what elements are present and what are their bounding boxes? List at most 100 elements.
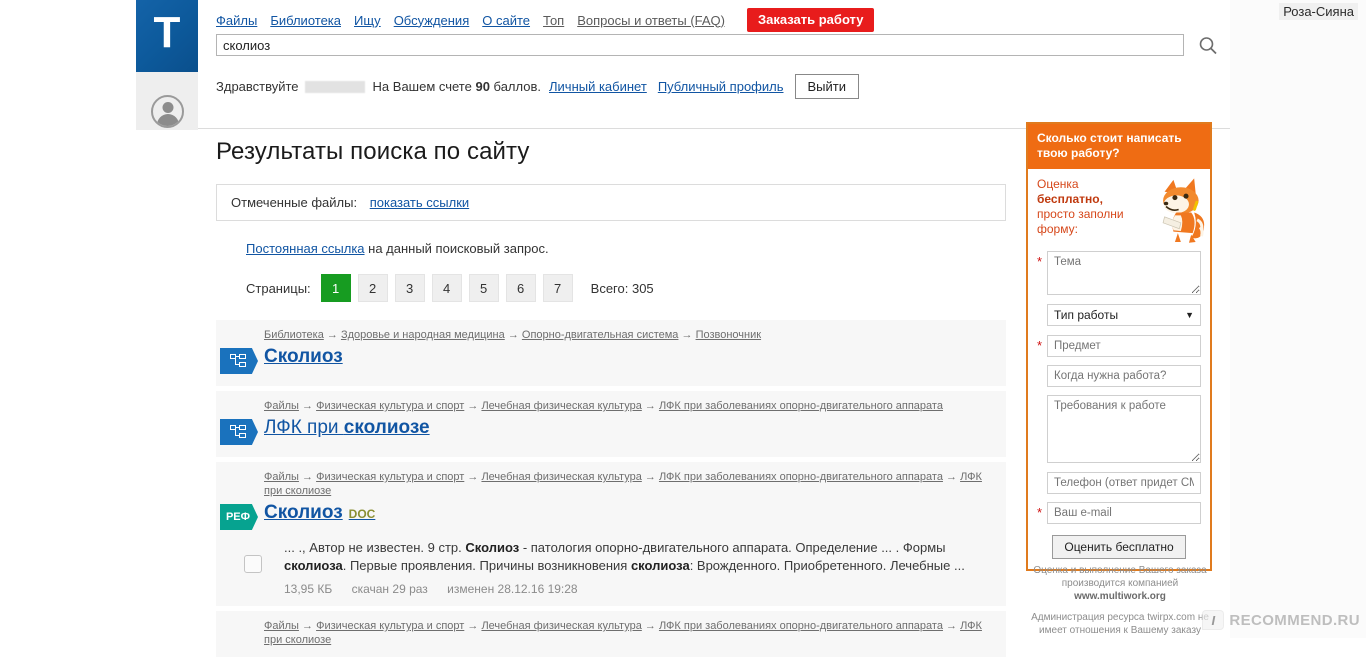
snippet-text: ... ., Автор не известен. 9 стр. [284, 540, 466, 555]
permalink-link[interactable]: Постоянная ссылка [246, 241, 365, 256]
phone-input[interactable] [1047, 472, 1201, 494]
breadcrumb-link[interactable]: Файлы [264, 620, 299, 632]
breadcrumb-link[interactable]: Файлы [264, 471, 299, 483]
page-button-3[interactable]: 3 [394, 274, 425, 302]
breadcrumb-link[interactable]: Файлы [264, 400, 299, 412]
footnote-site: www.multiwork.org [1074, 591, 1166, 602]
result-title-row: РЕФ Сколиоз DOC [216, 502, 1006, 532]
estimate-free-button[interactable]: Оценить бесплатно [1052, 535, 1186, 559]
breadcrumb-separator: → [464, 620, 482, 632]
page-button-7[interactable]: 7 [542, 274, 573, 302]
breadcrumb-link[interactable]: Лечебная физическая культура [481, 471, 641, 483]
fox-mascot-icon [1162, 178, 1205, 243]
left-gutter [0, 0, 136, 638]
breadcrumb-link[interactable]: ЛФК при заболеваниях опорно-двигательног… [659, 471, 943, 483]
pagination: Страницы: 1 2 3 4 5 6 7 Всего: 305 [246, 274, 1006, 302]
result-title-row: ЛФК при сколиозе [216, 417, 1006, 447]
nav-item-top[interactable]: Топ [543, 13, 564, 28]
breadcrumb-separator: → [298, 620, 317, 632]
result-row: Файлы → Физическая культура и спорт → Ле… [216, 611, 1006, 658]
search-row [216, 34, 1218, 58]
breadcrumb-separator: → [678, 329, 696, 341]
field-row-when [1037, 365, 1201, 387]
work-type-select[interactable]: Тип работы [1047, 304, 1201, 326]
result-title-row: Сколиоз [216, 346, 1006, 376]
page-button-2[interactable]: 2 [357, 274, 388, 302]
footnote-line-2: производится компанией [1061, 578, 1179, 589]
result-title-link[interactable]: Сколиоз DOC [264, 502, 375, 524]
logout-button[interactable]: Выйти [794, 74, 859, 99]
breadcrumb-link[interactable]: Лечебная физическая культура [481, 620, 641, 632]
permalink-rest: на данный поисковый запрос. [364, 241, 549, 256]
order-estimate-panel: Сколько стоит написать твою работу? Оцен… [1026, 122, 1212, 571]
footnote-line-4: имеет отношения к Вашему заказу [1039, 625, 1201, 636]
result-checkbox[interactable] [244, 555, 262, 573]
download-count: скачан 29 раз [351, 582, 428, 596]
right-gutter [1230, 0, 1366, 638]
breadcrumb-link[interactable]: Физическая культура и спорт [316, 620, 464, 632]
result-row: Файлы → Физическая культура и спорт → Ле… [216, 462, 1006, 607]
order-work-button[interactable]: Заказать работу [746, 8, 875, 32]
nav-item-search-request[interactable]: Ищу [354, 13, 381, 28]
page-button-6[interactable]: 6 [505, 274, 536, 302]
subject-input[interactable] [1047, 335, 1201, 357]
user-name-chip: Роза-Сияна [1279, 3, 1358, 20]
tree-icon [229, 424, 247, 440]
result-title-link[interactable]: Сколиоз [264, 346, 343, 368]
result-row: Файлы → Физическая культура и спорт → Ле… [216, 391, 1006, 458]
account-link[interactable]: Личный кабинет [549, 79, 647, 94]
breadcrumb-link[interactable]: Лечебная физическая культура [481, 400, 641, 412]
theme-textarea[interactable] [1047, 251, 1201, 295]
snippet-highlight: Сколиоз [465, 540, 520, 555]
search-icon[interactable] [1198, 36, 1218, 56]
avatar[interactable] [151, 95, 184, 128]
nav-item-library[interactable]: Библиотека [270, 13, 341, 28]
breadcrumb-link[interactable]: Физическая культура и спорт [316, 471, 464, 483]
breadcrumb-separator: → [504, 329, 522, 341]
snippet-text: . Первые проявления. Причины возникновен… [342, 558, 631, 573]
breadcrumb-link[interactable]: ЛФК при заболеваниях опорно-двигательног… [659, 620, 943, 632]
snippet-text: - патология опорно-двигательного аппарат… [519, 540, 946, 555]
breadcrumb: Библиотека → Здоровье и народная медицин… [264, 328, 996, 342]
breadcrumb-link[interactable]: Здоровье и народная медицина [341, 329, 505, 341]
modified-date: изменен 28.12.16 19:28 [447, 582, 578, 596]
page-button-5[interactable]: 5 [468, 274, 499, 302]
email-input[interactable] [1047, 502, 1201, 524]
promo-pitch-line3: просто заполни [1037, 207, 1124, 221]
file-size: 13,95 КБ [284, 582, 333, 596]
breadcrumb-separator: → [298, 400, 317, 412]
breadcrumb-link[interactable]: ЛФК при заболеваниях опорно-двигательног… [659, 400, 943, 412]
public-profile-link[interactable]: Публичный профиль [658, 79, 784, 94]
when-needed-input[interactable] [1047, 365, 1201, 387]
site-logo[interactable]: T [136, 0, 198, 72]
nav-item-files[interactable]: Файлы [216, 13, 257, 28]
nav-item-about[interactable]: О сайте [482, 13, 530, 28]
result-title-link[interactable]: ЛФК при сколиозе [264, 417, 430, 439]
result-snippet: ... ., Автор не известен. 9 стр. Сколиоз… [284, 539, 992, 575]
field-row-worktype: Тип работы ▼ [1037, 304, 1201, 326]
result-snippet-wrap: ... ., Автор не известен. 9 стр. Сколиоз… [216, 539, 1006, 596]
nav-item-faq[interactable]: Вопросы и ответы (FAQ) [577, 13, 725, 28]
search-input[interactable] [216, 34, 1184, 56]
page-button-1[interactable]: 1 [320, 274, 351, 302]
field-row-subject: * [1037, 335, 1201, 357]
file-extension-label: DOC [348, 507, 376, 521]
balance-prefix: На Вашем счете [372, 79, 476, 94]
requirements-textarea[interactable] [1047, 395, 1201, 463]
breadcrumb-link[interactable]: Физическая культура и спорт [316, 400, 464, 412]
snippet-highlight: сколиоза [284, 558, 343, 573]
breadcrumb-link[interactable]: Позвоночник [696, 329, 762, 341]
balance-points: 90 [475, 79, 490, 94]
required-asterisk: * [1037, 254, 1043, 269]
breadcrumb: Файлы → Физическая культура и спорт → Ле… [264, 399, 996, 413]
breadcrumb-link[interactable]: Опорно-двигательная система [522, 329, 679, 341]
watermark: I RECOMMEND.RU [1202, 610, 1360, 630]
breadcrumb-link[interactable]: Библиотека [264, 329, 324, 341]
nav-item-discussions[interactable]: Обсуждения [394, 13, 470, 28]
breadcrumb-separator: → [942, 620, 961, 632]
avatar-body-icon [156, 114, 179, 126]
page-button-4[interactable]: 4 [431, 274, 462, 302]
browser-page: Роза-Сияна T Файлы Библиотека Ищу Обсужд… [0, 0, 1366, 658]
show-links-link[interactable]: показать ссылки [370, 195, 469, 210]
field-row-requirements [1037, 395, 1201, 463]
